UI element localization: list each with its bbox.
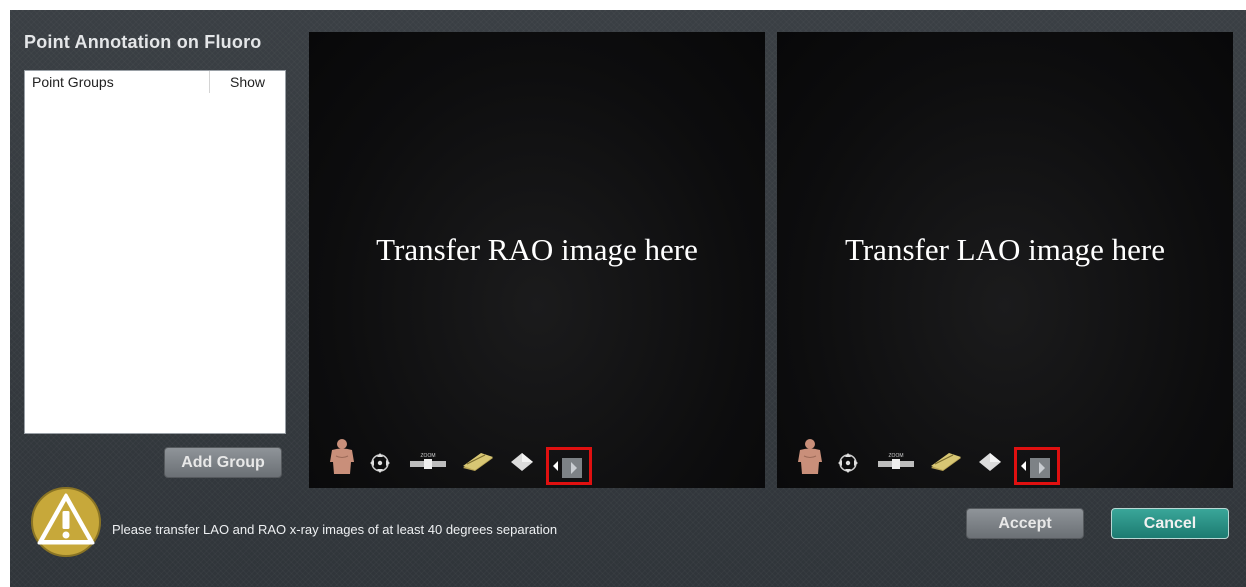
point-annotation-dialog: Point Annotation on Fluoro Point Groups … [10,10,1246,587]
switch-view-icon[interactable] [546,447,592,485]
accept-button[interactable]: Accept [966,508,1084,539]
film-stack-icon[interactable] [461,452,495,472]
zoom-icon[interactable]: ZOOM [877,450,915,472]
rao-viewport-toolbar: ZOOM [309,432,765,488]
add-group-button[interactable]: Add Group [164,447,282,478]
zoom-icon-label: ZOOM [889,453,904,459]
lao-viewport[interactable]: Transfer LAO image here ZOOM [777,32,1233,488]
diamond-icon[interactable] [977,452,1003,472]
body-orientation-icon[interactable] [325,438,359,476]
pan-icon[interactable] [369,452,391,474]
dialog-title: Point Annotation on Fluoro [24,32,262,52]
column-header-point-groups[interactable]: Point Groups [25,74,209,90]
pan-icon[interactable] [837,452,859,474]
column-header-show[interactable]: Show [209,71,285,93]
diamond-icon[interactable] [509,452,535,472]
film-stack-icon[interactable] [929,452,963,472]
lao-viewport-toolbar: ZOOM [777,432,1233,488]
body-orientation-icon[interactable] [793,438,827,476]
switch-view-icon[interactable] [1014,447,1060,485]
rao-placeholder-label: Transfer RAO image here [376,232,698,267]
cancel-button[interactable]: Cancel [1111,508,1229,539]
zoom-icon-label: ZOOM [421,453,436,459]
status-message: Please transfer LAO and RAO x-ray images… [112,522,558,537]
point-groups-table[interactable]: Point Groups Show [24,70,286,434]
lao-placeholder-label: Transfer LAO image here [845,232,1165,267]
table-header: Point Groups Show [25,71,285,93]
warning-icon [31,487,101,557]
rao-viewport[interactable]: Transfer RAO image here ZOOM [309,32,765,488]
zoom-icon[interactable]: ZOOM [409,450,447,472]
